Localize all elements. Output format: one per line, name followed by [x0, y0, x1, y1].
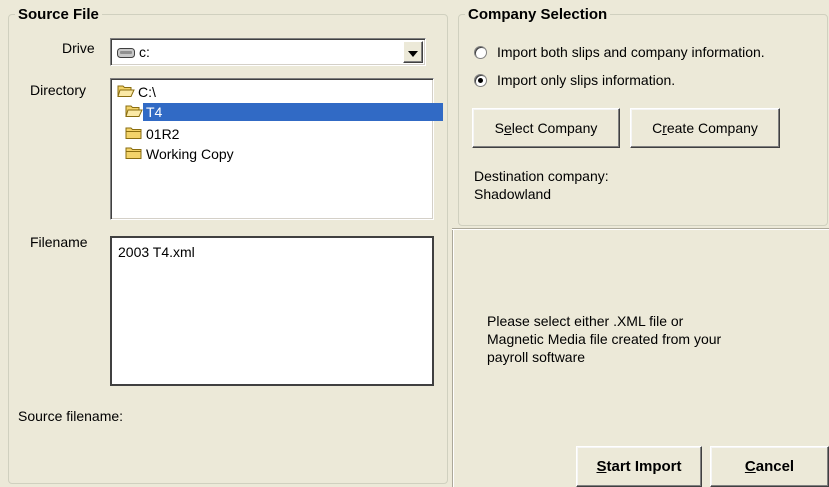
panel-separator	[452, 228, 829, 230]
file-item[interactable]: 2003 T4.xml	[118, 244, 195, 260]
create-company-button[interactable]: Cr eate Company	[630, 108, 780, 148]
start-import-button[interactable]: Start Import	[576, 446, 702, 487]
import-both-option[interactable]: Import both slips and company informatio…	[474, 44, 765, 60]
folder-icon	[125, 126, 143, 143]
directory-item-working-copy[interactable]: Working Copy	[125, 144, 237, 164]
select-company-button[interactable]: Se lect Company	[472, 108, 620, 148]
directory-item-label: 01R2	[146, 126, 180, 142]
directory-list[interactable]: C:\ T4 01R2 Working Copy	[110, 78, 443, 220]
instructions-line-2: Magnetic Media file created from your	[487, 331, 722, 347]
drive-label: Drive	[62, 40, 95, 56]
panel-divider	[452, 228, 454, 487]
drive-dropdown-button[interactable]	[403, 41, 423, 63]
open-folder-icon	[125, 104, 143, 121]
open-folder-icon	[117, 84, 135, 101]
directory-item-label: T4	[143, 103, 443, 121]
destination-company-label: Destination company:	[474, 168, 609, 184]
folder-icon	[125, 146, 143, 163]
import-both-label: Import both slips and company informatio…	[497, 44, 765, 60]
directory-item-root[interactable]: C:\	[117, 82, 159, 102]
filename-label: Filename	[30, 234, 88, 250]
directory-item-01r2[interactable]: 01R2	[125, 124, 182, 144]
hard-drive-icon	[117, 46, 135, 62]
radio-unchecked-icon[interactable]	[474, 45, 487, 59]
instructions-line-3: payroll software	[487, 349, 586, 365]
instructions-text: Please select either .XML file or Magnet…	[487, 312, 721, 366]
instructions-line-1: Please select either .XML file or	[487, 313, 684, 329]
drive-select[interactable]: c:	[110, 38, 426, 66]
import-slips-only-label: Import only slips information.	[497, 72, 676, 88]
drive-value: c:	[139, 44, 150, 60]
import-slips-only-option[interactable]: Import only slips information.	[474, 72, 675, 88]
directory-item-t4[interactable]: T4	[125, 102, 443, 122]
directory-item-label: Working Copy	[146, 146, 234, 162]
source-file-title: Source File	[18, 6, 99, 23]
filename-list[interactable]: 2003 T4.xml	[110, 236, 434, 386]
radio-checked-icon[interactable]	[474, 73, 487, 87]
chevron-down-icon	[408, 44, 418, 60]
source-filename-label: Source filename:	[18, 408, 124, 424]
company-selection-title: Company Selection	[468, 6, 608, 23]
directory-item-label: C:\	[138, 84, 156, 100]
directory-label: Directory	[30, 82, 87, 98]
file-item-label: 2003 T4.xml	[118, 244, 195, 260]
cancel-button[interactable]: Cancel	[710, 446, 829, 487]
destination-company-value: Shadowland	[474, 186, 552, 202]
